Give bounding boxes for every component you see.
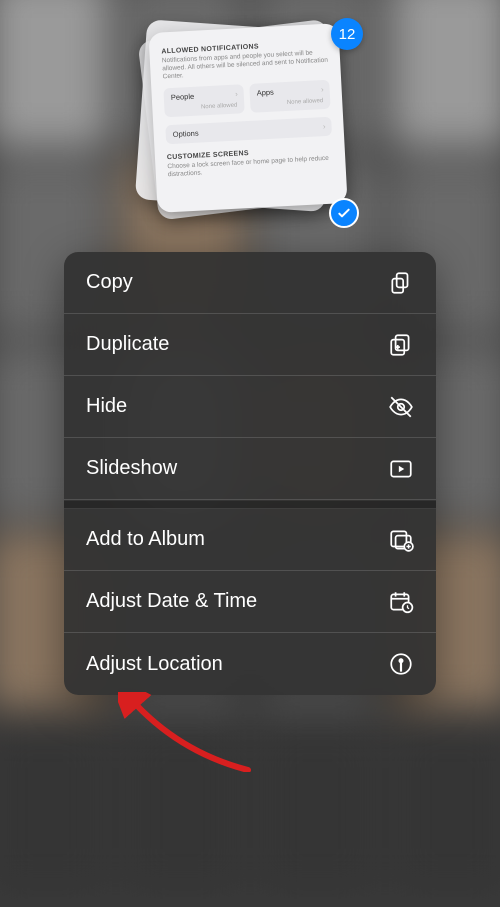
selected-photos-stack[interactable]: 12 ALLOWED NOTIFICATIONS Notifications f…	[145, 24, 355, 224]
selection-check-badge	[329, 198, 359, 228]
menu-label: Hide	[86, 395, 127, 418]
menu-label: Add to Album	[86, 528, 205, 551]
menu-separator	[64, 500, 436, 509]
menu-slideshow[interactable]: Slideshow	[64, 438, 436, 500]
menu-label: Adjust Date & Time	[86, 590, 257, 613]
menu-adjust-location[interactable]: Adjust Location	[64, 633, 436, 695]
play-rect-icon	[388, 456, 414, 482]
card-apps-box: Apps › None allowed	[249, 80, 330, 113]
menu-copy[interactable]: Copy	[64, 252, 436, 314]
menu-label: Copy	[86, 271, 133, 294]
menu-label: Slideshow	[86, 457, 177, 480]
menu-duplicate[interactable]: Duplicate	[64, 314, 436, 376]
duplicate-icon	[388, 332, 414, 358]
menu-hide[interactable]: Hide	[64, 376, 436, 438]
menu-label: Adjust Location	[86, 653, 223, 676]
copy-icon	[388, 270, 414, 296]
stack-card-front: ALLOWED NOTIFICATIONS Notifications from…	[148, 23, 347, 213]
card-people-box: People › None allowed	[163, 85, 244, 118]
album-add-icon	[388, 527, 414, 553]
menu-label: Duplicate	[86, 333, 169, 356]
context-menu: Copy Duplicate Hide Slideshow Add to Alb…	[64, 252, 436, 695]
eye-slash-icon	[388, 394, 414, 420]
menu-add-to-album[interactable]: Add to Album	[64, 509, 436, 571]
location-pin-icon	[388, 651, 414, 677]
card-options-box: Options ›	[165, 117, 332, 145]
selection-count-badge: 12	[331, 18, 363, 50]
menu-adjust-date-time[interactable]: Adjust Date & Time	[64, 571, 436, 633]
calendar-clock-icon	[388, 589, 414, 615]
